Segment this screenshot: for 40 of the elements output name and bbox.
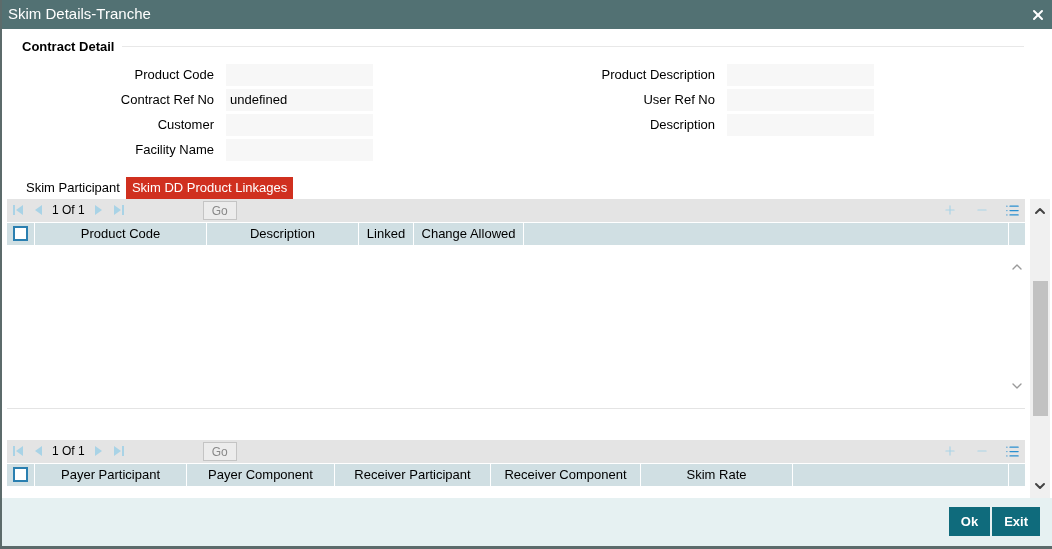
column-header: Skim Rate (641, 463, 793, 486)
last-page-icon[interactable] (112, 204, 125, 216)
field-label: User Ref No (642, 90, 716, 109)
column-header: Linked (359, 222, 414, 245)
column-header: Receiver Participant (335, 463, 491, 486)
column-header: Receiver Component (491, 463, 641, 486)
go-button[interactable]: Go (202, 441, 237, 461)
list-view-icon[interactable] (1005, 443, 1020, 459)
scrollbar-thumb[interactable] (1032, 280, 1048, 416)
column-header: Change Allowed (414, 222, 524, 245)
add-row-icon[interactable] (943, 203, 957, 217)
add-row-icon[interactable] (943, 444, 957, 458)
column-header: Product Code (35, 222, 207, 245)
header-cell (1009, 463, 1025, 486)
page-indicator: 1 Of 1 (52, 443, 85, 460)
input-field[interactable]: undefined (226, 88, 373, 111)
dialog-button[interactable]: Ok (948, 507, 991, 537)
select-all-checkbox[interactable] (13, 467, 28, 482)
field-label: Product Description (600, 65, 716, 84)
window-title: Skim Details-Tranche (8, 4, 151, 25)
field-label: Facility Name (134, 140, 215, 159)
column-header: Payer Component (187, 463, 335, 486)
field-label: Customer (156, 115, 215, 134)
section-title: Contract Detail (22, 38, 116, 56)
dialog-button[interactable]: Exit (992, 507, 1040, 537)
page-indicator: 1 Of 1 (52, 202, 85, 219)
column-header: Description (207, 222, 359, 245)
column-header: Payer Participant (35, 463, 187, 486)
go-button[interactable]: Go (202, 200, 237, 220)
select-all-checkbox[interactable] (13, 226, 28, 241)
field-label: Product Code (133, 65, 215, 84)
header-cell (1009, 222, 1025, 245)
list-view-icon[interactable] (1005, 202, 1020, 218)
first-page-icon[interactable] (12, 204, 24, 216)
field-label: Description (648, 115, 716, 134)
field-label: Contract Ref No (119, 90, 215, 109)
last-page-icon[interactable] (112, 445, 125, 457)
tab[interactable]: Skim DD Product Linkages (125, 176, 294, 199)
scrollbar[interactable] (1030, 198, 1050, 498)
first-page-icon[interactable] (12, 445, 24, 457)
